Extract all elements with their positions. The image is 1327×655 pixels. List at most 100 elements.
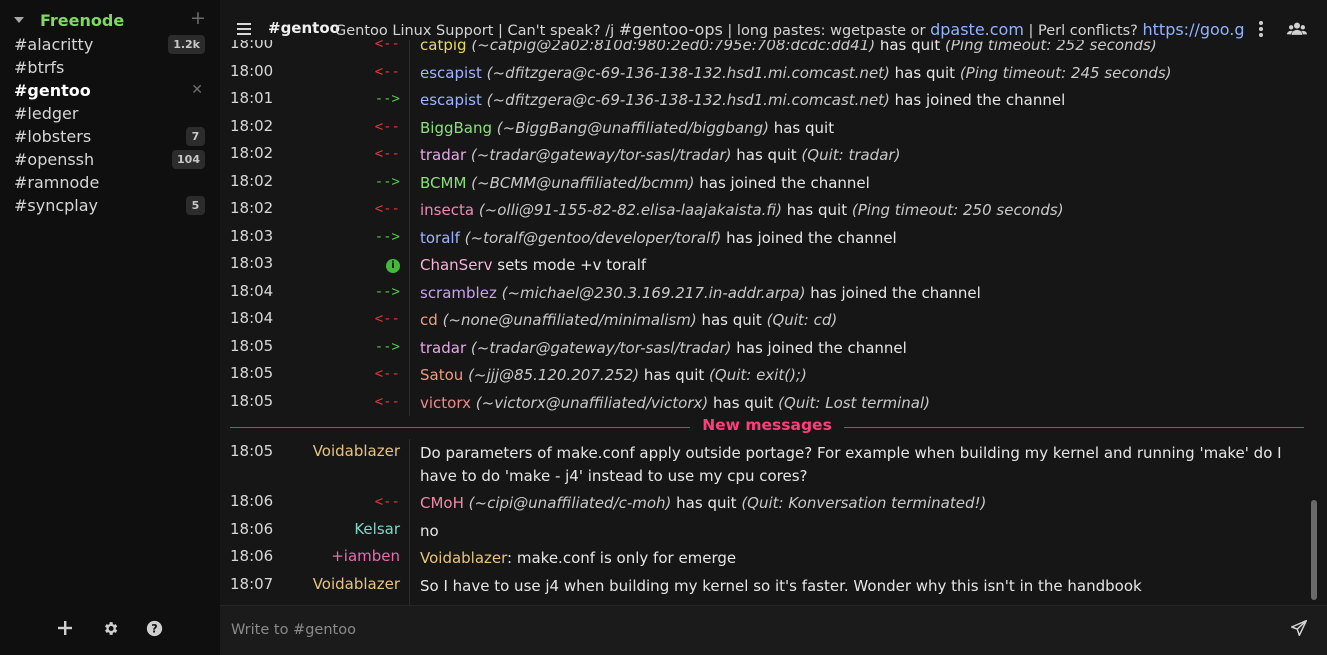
network-name[interactable]: Freenode [40, 11, 124, 30]
message-text: insecta (~olli@91-155-82-82.elisa-laajak… [420, 196, 1310, 224]
sender-nick[interactable]: Kelsar [354, 520, 400, 538]
collapse-caret-icon[interactable] [14, 17, 24, 23]
sidebar-item-btrfs[interactable]: #btrfs [0, 56, 213, 79]
column-divider [409, 361, 410, 389]
user-nick[interactable]: CMoH [420, 494, 464, 512]
user-host: (~dfitzgera@c-69-136-138-132.hsd1.mi.com… [486, 63, 890, 82]
timestamp: 18:00 [230, 61, 274, 80]
message-text: CMoH (~cipi@unaffiliated/c-moh) has quit… [420, 489, 1310, 517]
event-message: 18:01 --> escapist (~dfitzgera@c-69-136-13… [220, 86, 1310, 114]
user-nick[interactable]: victorx [420, 394, 471, 412]
event-action: has joined the channel [805, 283, 981, 302]
sidebar-item-openssh[interactable]: #openssh 104 [0, 148, 213, 171]
join-arrow-icon: --> [374, 91, 400, 107]
sidebar-item-syncplay[interactable]: #syncplay 5 [0, 194, 213, 217]
event-action: has quit [781, 201, 852, 219]
menu-hamburger-icon[interactable] [237, 23, 251, 35]
network-header[interactable]: Freenode + [0, 8, 213, 34]
topic-text: | long pastes: wgetpaste or [722, 23, 931, 39]
user-nick[interactable]: scramblez [420, 284, 497, 302]
timestamp: 18:03 [230, 254, 274, 272]
user-nick[interactable]: toralf [420, 229, 460, 247]
timestamp: 18:05 [230, 442, 274, 460]
user-nick[interactable]: BCMM [420, 174, 466, 192]
event-reason: (Quit: cd) [766, 311, 838, 329]
message-text: escapist (~dfitzgera@c-69-136-138-132.hs… [420, 86, 1310, 114]
message-input[interactable] [231, 618, 1261, 642]
user-nick[interactable]: tradar [420, 339, 466, 357]
sidebar: Freenode + #alacritty 1.2k #btrfs #gentoo ✕ #… [0, 0, 213, 655]
sidebar-item-ramnode[interactable]: #ramnode [0, 171, 213, 194]
quit-arrow-icon: <-- [374, 63, 400, 80]
event-action: has joined the channel [889, 91, 1066, 109]
channel-options-kebab-icon[interactable] [1258, 21, 1264, 37]
add-network-button[interactable] [53, 615, 77, 641]
message-sender: <-- [290, 199, 400, 217]
message-text: no [420, 517, 1310, 545]
user-nick[interactable]: escapist [420, 91, 482, 109]
timestamp: 18:02 [230, 199, 274, 217]
message-body: So I have to use j4 when building my ker… [420, 576, 1142, 595]
event-action: has joined the channel [694, 173, 870, 192]
user-nick[interactable]: tradar [420, 146, 466, 164]
quit-arrow-icon: <-- [374, 494, 400, 510]
composer [220, 605, 1327, 655]
message-text: tradar (~tradar@gateway/tor-sasl/tradar)… [420, 334, 1310, 362]
user-nick[interactable]: ChanServ [420, 256, 492, 274]
message-text: victorx (~victorx@unaffiliated/victorx) … [420, 389, 1310, 417]
settings-button[interactable] [98, 615, 122, 641]
event-action: has quit [639, 366, 710, 384]
timestamp: 18:02 [230, 116, 274, 135]
user-nick[interactable]: catpig [420, 40, 467, 54]
user-host: (~dfitzgera@c-69-136-138-132.hsd1.mi.com… [486, 91, 890, 109]
user-list-button[interactable] [1287, 20, 1307, 42]
user-nick[interactable]: insecta [420, 201, 474, 219]
sender-nick[interactable]: Voidablazer [313, 442, 400, 460]
sidebar-item-gentoo[interactable]: #gentoo ✕ [0, 79, 213, 102]
sidebar-item-ledger[interactable]: #ledger [0, 102, 213, 125]
message-sender: --> [290, 227, 400, 245]
topic-link[interactable]: dpaste.com [930, 20, 1024, 39]
message-text: catpig (~catpig@2a02:810d:980:2ed0:795e:… [420, 40, 1310, 59]
scrollbar-thumb[interactable] [1311, 500, 1317, 600]
event-action: has quit [875, 40, 945, 54]
user-nick[interactable]: Satou [420, 366, 463, 384]
help-button[interactable]: ? [142, 615, 166, 641]
mention-nick[interactable]: Voidablazer [420, 549, 507, 567]
column-divider [409, 544, 410, 572]
info-icon: i [386, 259, 400, 273]
column-divider [409, 141, 410, 169]
scrollbar[interactable] [1311, 40, 1319, 602]
sidebar-item-alacritty[interactable]: #alacritty 1.2k [0, 33, 213, 56]
close-channel-icon[interactable]: ✕ [191, 79, 203, 102]
message-text: So I have to use j4 when building my ker… [420, 572, 1310, 600]
message-sender: <-- [290, 392, 400, 410]
chat-window: #gentoo Gentoo Linux Support | Can't spe… [220, 0, 1327, 655]
sender-nick[interactable]: +iamben [331, 547, 400, 565]
message-text: cd (~none@unaffiliated/minimalism) has q… [420, 306, 1310, 334]
message-list[interactable]: 18:00 <-- catpig (~catpig@2a02:810d:980:2e… [220, 40, 1327, 605]
user-nick[interactable]: BiggBang [420, 119, 492, 137]
event-action: has quit [731, 146, 802, 164]
event-action: sets mode +v toralf [492, 256, 647, 274]
column-divider [409, 113, 410, 141]
send-button[interactable] [1290, 619, 1311, 640]
message-body: : make.conf is only for emerge [507, 549, 737, 567]
join-channel-plus-icon[interactable]: + [190, 8, 206, 28]
timestamp: 18:05 [230, 391, 274, 410]
channel-name: #lobsters [14, 127, 92, 146]
column-divider [409, 489, 410, 517]
topic-link[interactable]: https://goo.gl/7Mio [1143, 20, 1246, 39]
user-nick[interactable]: cd [420, 311, 438, 329]
sidebar-item-lobsters[interactable]: #lobsters 7 [0, 125, 213, 148]
timestamp: 18:06 [230, 519, 274, 538]
user-nick[interactable]: escapist [420, 64, 482, 82]
column-divider [409, 86, 410, 114]
topic-channel-link[interactable]: #gentoo-ops [619, 20, 723, 39]
timestamp: 18:03 [230, 226, 274, 245]
message-sender: <-- [290, 492, 400, 510]
column-divider [409, 168, 410, 196]
sidebar-footer: ? [0, 615, 213, 641]
event-message: 18:05 <-- Satou (~jjj@85.120.207.252) has … [220, 361, 1310, 389]
sender-nick[interactable]: Voidablazer [313, 575, 400, 593]
